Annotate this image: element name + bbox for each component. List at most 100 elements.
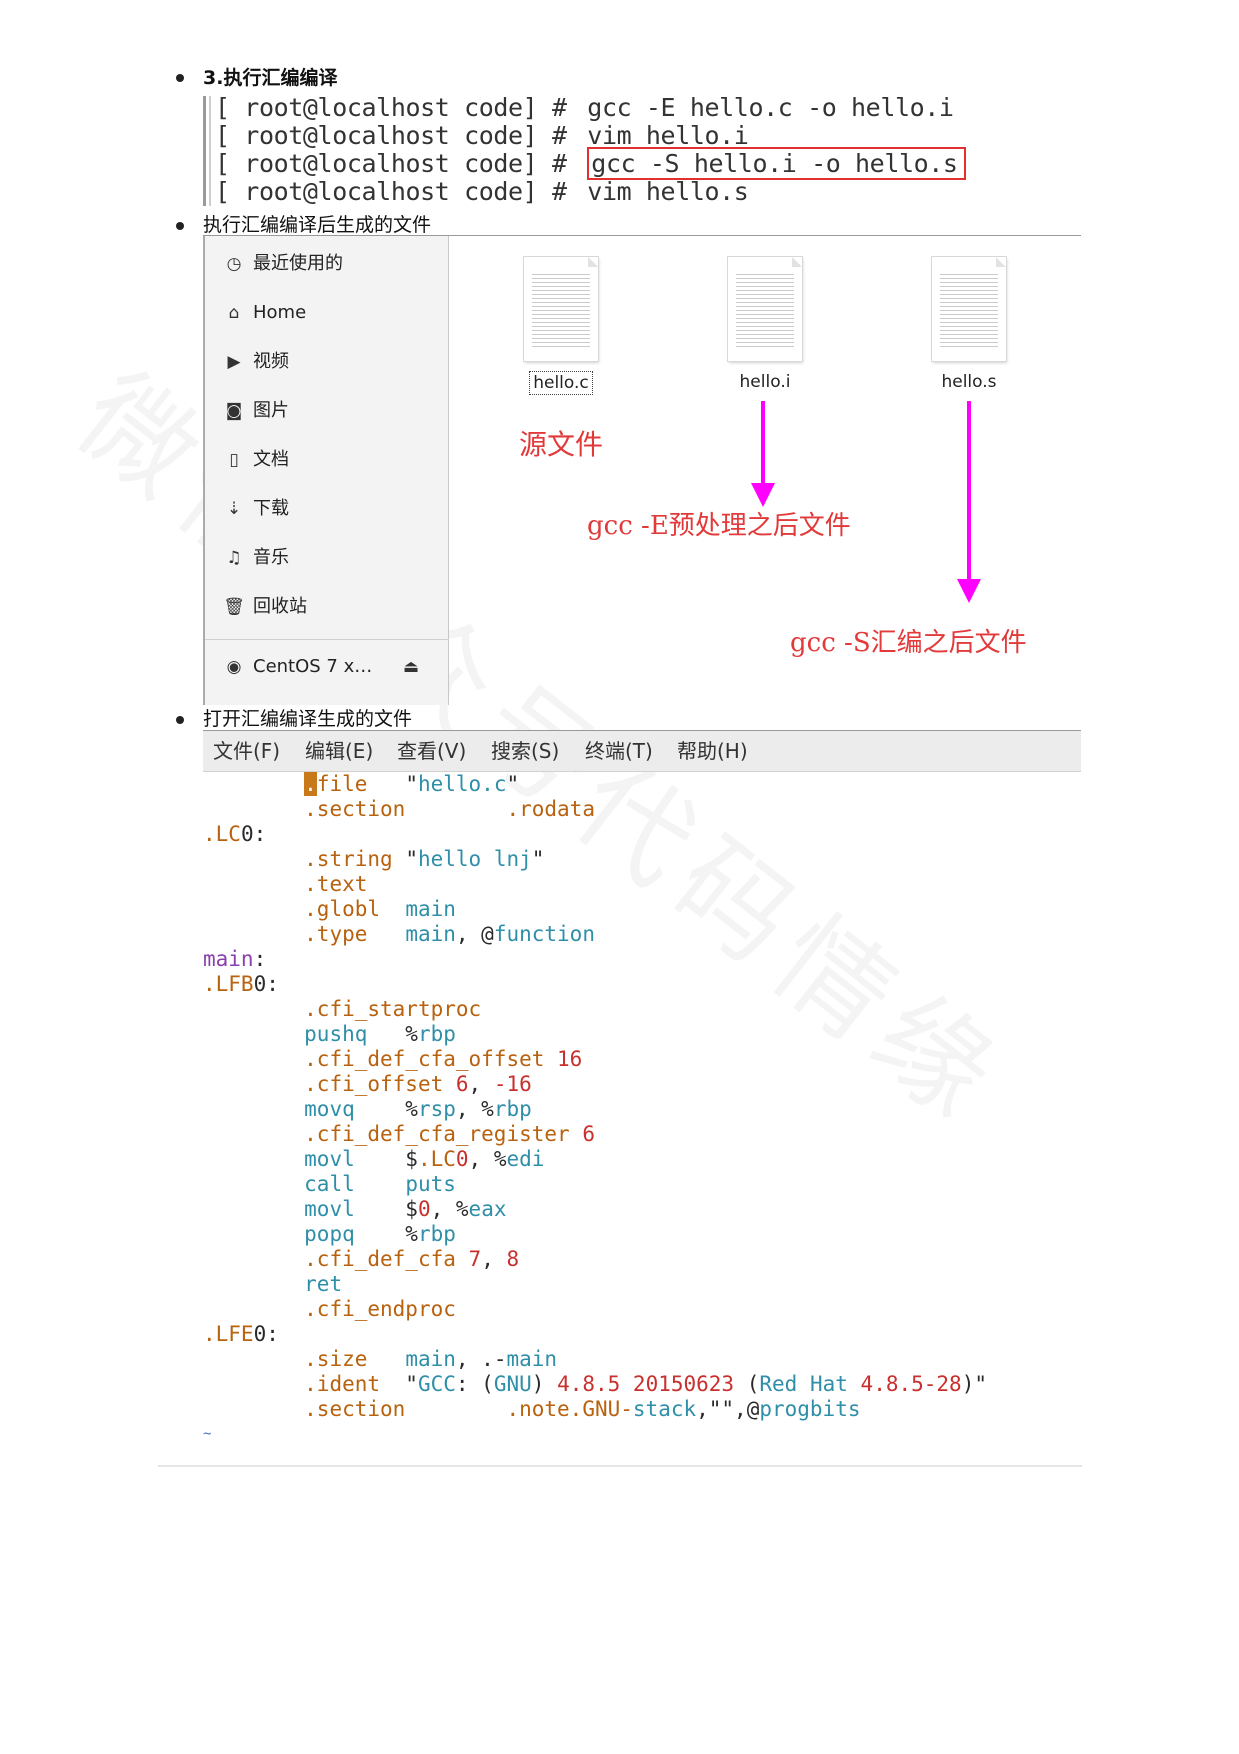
file-name: hello.s bbox=[941, 372, 997, 392]
sidebar-item-recent[interactable]: ◷ 最近使用的 bbox=[223, 249, 343, 279]
code-line: .globl main bbox=[304, 897, 456, 921]
menu-view[interactable]: 查看(V) bbox=[397, 731, 466, 771]
menu-file[interactable]: 文件(F) bbox=[213, 731, 280, 771]
code-line: .cfi_offset 6, -16 bbox=[304, 1072, 532, 1096]
annotation-assemble: gcc -S汇编之后文件 bbox=[790, 628, 1027, 658]
camera-icon: ◙ bbox=[225, 401, 243, 421]
sidebar-item-label: 回收站 bbox=[253, 596, 307, 617]
music-icon: ♫ bbox=[226, 548, 242, 568]
command: vim hello.i bbox=[587, 121, 749, 150]
sidebar-item-trash[interactable]: 🗑 回收站 bbox=[223, 592, 307, 622]
command: vim hello.s bbox=[587, 177, 749, 206]
sidebar-item-label: 视频 bbox=[253, 351, 289, 372]
sidebar-item-label: CentOS 7 x… bbox=[253, 656, 373, 677]
code-line: .type main, @function bbox=[304, 922, 595, 946]
sidebar-item-label: Home bbox=[253, 302, 307, 323]
sidebar-item-label: 下载 bbox=[253, 498, 289, 519]
bullet bbox=[176, 74, 184, 82]
prompt: [ root@localhost code] # bbox=[215, 149, 567, 178]
sidebar-divider bbox=[205, 639, 449, 640]
files-heading: 执行汇编编译后生成的文件 bbox=[203, 214, 432, 236]
terminal-line: [ root@localhost code] # vim hello.i bbox=[215, 121, 749, 150]
file-manager-window: ◷ 最近使用的 ⌂ Home ▶ 视频 ◙ 图片 ▯ 文档 ⇣ 下载 ♫ 音乐 🗑 回收站 ◉ C… bbox=[203, 235, 1081, 705]
text-file-icon bbox=[524, 257, 598, 361]
highlighted-command: gcc -S hello.i -o hello.s bbox=[587, 147, 966, 180]
sidebar-item-music[interactable]: ♫ 音乐 bbox=[223, 543, 289, 573]
file-item-hello-c[interactable]: hello.c bbox=[501, 257, 621, 395]
editor-menubar: 文件(F) 编辑(E) 查看(V) 搜索(S) 终端(T) 帮助(H) bbox=[203, 730, 1081, 772]
sidebar-item-home[interactable]: ⌂ Home bbox=[223, 298, 307, 328]
clock-icon: ◷ bbox=[226, 254, 242, 274]
disc-icon: ◉ bbox=[226, 657, 242, 677]
prompt: [ root@localhost code] # bbox=[215, 121, 567, 150]
code-line: movl $.LC0, %edi bbox=[304, 1147, 545, 1171]
sidebar-item-label: 最近使用的 bbox=[253, 253, 343, 274]
code-line: ret bbox=[304, 1272, 343, 1296]
code-line: pushq %rbp bbox=[304, 1022, 456, 1046]
prompt: [ root@localhost code] # bbox=[215, 177, 567, 206]
home-icon: ⌂ bbox=[228, 303, 240, 323]
code-line: .cfi_def_cfa_register 6 bbox=[304, 1122, 595, 1146]
sidebar-item-device[interactable]: ◉ CentOS 7 x… bbox=[223, 652, 373, 682]
terminal-line: [ root@localhost code] # gcc -E hello.c … bbox=[215, 94, 954, 122]
arrow-down-icon bbox=[751, 401, 775, 507]
download-icon: ⇣ bbox=[226, 499, 242, 519]
annotation-preprocess: gcc -E预处理之后文件 bbox=[587, 511, 851, 541]
video-icon: ▶ bbox=[227, 352, 241, 372]
code-line: popq %rbp bbox=[304, 1222, 456, 1246]
code-line: .string "hello lnj" bbox=[304, 847, 545, 871]
eject-button[interactable]: ⏏ bbox=[400, 652, 430, 682]
terminal-screenshot: [ root@localhost code] # gcc -E hello.c … bbox=[203, 94, 966, 208]
code-line: movl $0, %eax bbox=[304, 1197, 507, 1221]
page-divider bbox=[158, 1465, 1082, 1467]
terminal-border bbox=[203, 96, 206, 206]
sidebar-item-videos[interactable]: ▶ 视频 bbox=[223, 347, 289, 377]
empty-line-marker: ~ bbox=[203, 1426, 212, 1442]
terminal-line: [ root@localhost code] # gcc -S hello.i … bbox=[215, 147, 966, 180]
file-item-hello-i[interactable]: hello.i bbox=[705, 257, 825, 393]
sidebar: ◷ 最近使用的 ⌂ Home ▶ 视频 ◙ 图片 ▯ 文档 ⇣ 下载 ♫ 音乐 🗑 回收站 ◉ C… bbox=[203, 236, 449, 705]
code-line: main: bbox=[203, 947, 267, 971]
sidebar-item-pictures[interactable]: ◙ 图片 bbox=[223, 396, 289, 426]
sidebar-item-label: 文档 bbox=[253, 449, 289, 470]
code-line: .LC0: bbox=[203, 822, 267, 846]
code-line: .text bbox=[304, 872, 368, 896]
sidebar-item-downloads[interactable]: ⇣ 下载 bbox=[223, 494, 289, 524]
code-line: .cfi_def_cfa_offset 16 bbox=[304, 1047, 583, 1071]
command: gcc -E hello.c -o hello.i bbox=[587, 93, 954, 122]
trash-icon: 🗑 bbox=[223, 597, 245, 617]
code-line: .LFB0: bbox=[203, 972, 279, 996]
bullet bbox=[176, 222, 184, 230]
code-line: .cfi_def_cfa 7, 8 bbox=[304, 1247, 520, 1271]
arrow-down-icon bbox=[957, 401, 981, 603]
terminal-border-inner bbox=[209, 96, 211, 206]
annotation-source: 源文件 bbox=[519, 428, 604, 461]
code-line: .cfi_startproc bbox=[304, 997, 482, 1021]
code-line: movq %rsp, %rbp bbox=[304, 1097, 532, 1121]
menu-edit[interactable]: 编辑(E) bbox=[305, 731, 373, 771]
text-file-icon bbox=[728, 257, 802, 361]
sidebar-item-label: 图片 bbox=[253, 400, 289, 421]
code-line: .file "hello.c" bbox=[304, 772, 520, 796]
code-line: .cfi_endproc bbox=[304, 1297, 456, 1321]
code-line: .ident "GCC: (GNU) 4.8.5 20150623 (Red H… bbox=[304, 1372, 987, 1396]
file-name: hello.i bbox=[739, 372, 791, 392]
code-line: .size main, .-main bbox=[304, 1347, 558, 1371]
file-item-hello-s[interactable]: hello.s bbox=[909, 257, 1029, 393]
file-name: hello.c bbox=[529, 371, 593, 395]
bullet bbox=[176, 716, 184, 724]
step3-heading: 3.执行汇编编译 bbox=[203, 67, 338, 89]
document-icon: ▯ bbox=[229, 450, 239, 470]
eject-icon: ⏏ bbox=[402, 657, 420, 677]
code-line: .section .note.GNU-stack,"",@progbits bbox=[304, 1397, 861, 1421]
open-heading: 打开汇编编译生成的文件 bbox=[203, 708, 413, 730]
prompt: [ root@localhost code] # bbox=[215, 93, 567, 122]
menu-help[interactable]: 帮助(H) bbox=[677, 731, 748, 771]
code-line: call puts bbox=[304, 1172, 456, 1196]
terminal-line: [ root@localhost code] # vim hello.s bbox=[215, 177, 749, 206]
menu-search[interactable]: 搜索(S) bbox=[491, 731, 559, 771]
menu-terminal[interactable]: 终端(T) bbox=[585, 731, 653, 771]
sidebar-item-documents[interactable]: ▯ 文档 bbox=[223, 445, 289, 475]
text-file-icon bbox=[932, 257, 1006, 361]
code-line: .section .rodata bbox=[304, 797, 595, 821]
